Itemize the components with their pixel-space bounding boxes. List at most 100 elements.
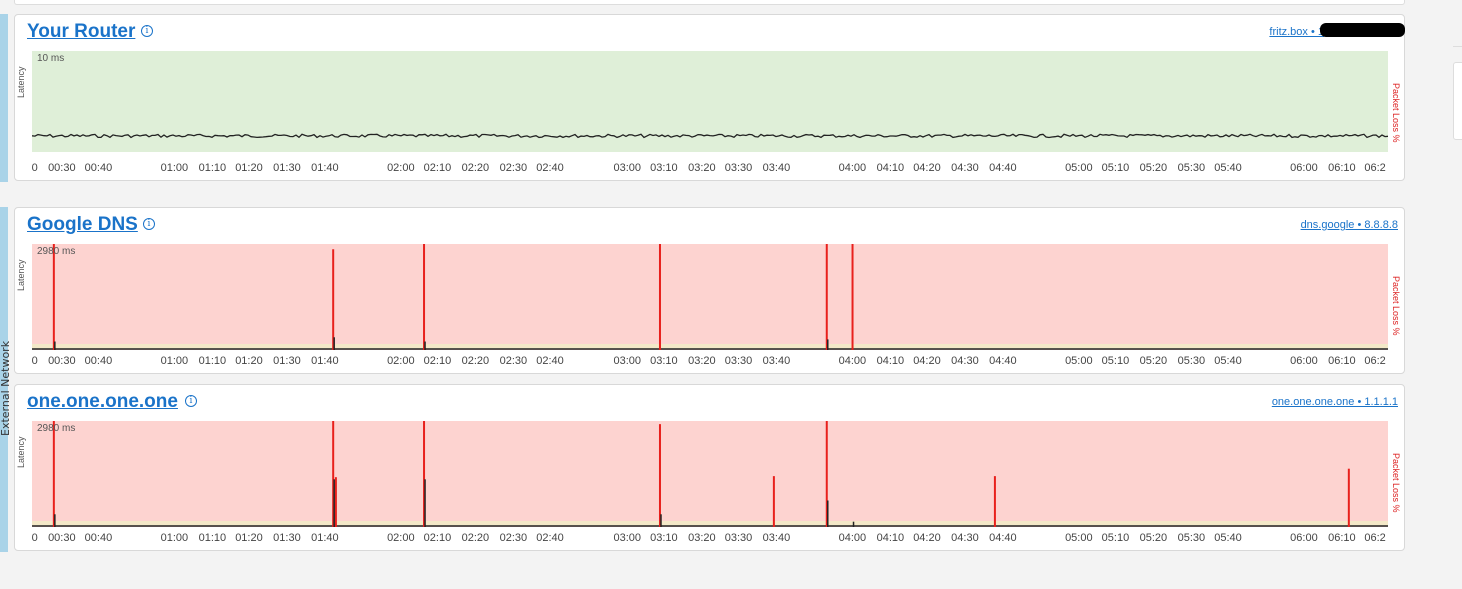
section-bar-local [0, 14, 8, 182]
x-tick-label: 00:40 [84, 355, 113, 367]
latency-plot: 2980 ms [32, 244, 1388, 350]
x-tick-label: 05:10 [1101, 162, 1130, 174]
packet-loss-axis-label: Packet Loss % [1391, 276, 1401, 336]
x-tick-label: 02:20 [461, 355, 490, 367]
panel-one-one-one-one: one.one.one.one i one.one.one.one • 1.1.… [14, 384, 1405, 551]
x-tick-label: 05:20 [1139, 355, 1168, 367]
x-tick-label: 04:00 [838, 532, 867, 544]
x-axis: 0 00:30 00:40 01:00 01:10 01:20 01:30 01:40 02:0… [32, 162, 1388, 176]
x-tick-label: 05:10 [1101, 355, 1130, 367]
x-tick-label: 02:10 [423, 532, 452, 544]
scroll-edge [1453, 46, 1462, 47]
latency-plot: 2980 ms [32, 421, 1388, 527]
info-icon[interactable]: i [141, 25, 153, 37]
x-tick-label: 03:10 [650, 532, 678, 544]
x-tick-label: 04:00 [838, 355, 867, 367]
x-tick-label: 02:30 [499, 355, 528, 367]
x-tick-label: 02:40 [536, 355, 564, 367]
host-link[interactable]: fritz.box • 1 [1269, 26, 1324, 38]
x-tick-label: 02:40 [536, 532, 564, 544]
plot-background [32, 421, 1388, 527]
info-icon[interactable]: i [185, 395, 197, 407]
x-tick-label: 05:00 [1065, 355, 1093, 367]
x-tick-label: 03:00 [613, 162, 642, 174]
x-tick-label: 01:40 [311, 532, 339, 544]
scale-label: 2980 ms [37, 246, 76, 257]
x-axis: 0 00:30 00:40 01:00 01:10 01:20 01:30 01:40 02:0… [32, 355, 1388, 369]
x-tick-label: 02:00 [387, 355, 415, 367]
x-tick-label: 01:00 [160, 355, 189, 367]
x-tick-label: 02:10 [423, 162, 452, 174]
x-tick-label: 03:10 [650, 355, 678, 367]
x-tick-label: 00:30 [48, 532, 76, 544]
x-tick-label: 05:20 [1139, 532, 1168, 544]
latency-axis-label: Latency [16, 259, 26, 291]
x-tick-label: 04:40 [989, 532, 1017, 544]
x-tick-label: 02:20 [461, 532, 490, 544]
x-tick-label: 01:10 [198, 162, 227, 174]
x-tick-label: 02:30 [499, 162, 528, 174]
x-tick-label: 01:10 [198, 532, 227, 544]
plot-background [32, 51, 1388, 152]
x-tick-label: 04:10 [876, 355, 905, 367]
panel-title-link[interactable]: Your Router [27, 21, 135, 43]
x-tick-label: 06:10 [1328, 162, 1356, 174]
x-tick-label: 06:00 [1290, 532, 1318, 544]
x-tick-label: 01:30 [273, 355, 301, 367]
packet-loss-axis-label: Packet Loss % [1391, 453, 1401, 513]
side-widget [1453, 62, 1462, 140]
x-tick-label: 06:2 [1364, 162, 1386, 174]
panel-title-link[interactable]: Google DNS [27, 214, 138, 236]
x-tick-label: 03:00 [613, 532, 642, 544]
x-tick-label: 04:40 [989, 162, 1017, 174]
x-tick-label: 01:40 [311, 355, 339, 367]
x-tick-label: 06:10 [1328, 355, 1356, 367]
previous-panel-edge [14, 0, 1405, 5]
panel-google-dns: Google DNS i dns.google • 8.8.8.8 Latenc… [14, 207, 1405, 374]
host-link[interactable]: dns.google • 8.8.8.8 [1301, 219, 1398, 231]
x-tick-label: 05:30 [1177, 532, 1206, 544]
x-tick-label: 03:30 [724, 532, 753, 544]
x-tick-label: 04:20 [913, 355, 941, 367]
x-tick-label: 05:10 [1101, 532, 1130, 544]
x-tick-label: 01:20 [235, 532, 263, 544]
redaction-mark [1320, 23, 1405, 37]
x-tick-label: 03:40 [762, 532, 791, 544]
x-tick-label: 02:20 [461, 162, 490, 174]
info-icon[interactable]: i [143, 218, 155, 230]
x-tick-label: 01:40 [311, 162, 339, 174]
x-tick-label: 02:00 [387, 532, 415, 544]
section-label-external: External Network [0, 340, 12, 436]
x-tick-label: 06:2 [1364, 532, 1386, 544]
x-tick-label: 02:30 [499, 532, 528, 544]
x-tick-label: 05:00 [1065, 162, 1093, 174]
x-tick-label: 01:30 [273, 162, 301, 174]
panel-title-link[interactable]: one.one.one.one [27, 391, 178, 413]
x-tick-label: 03:10 [650, 162, 678, 174]
x-axis: 0 00:30 00:40 01:00 01:10 01:20 01:30 01:40 02:0… [32, 532, 1388, 546]
plot-background [32, 244, 1388, 350]
x-tick-label: 04:30 [951, 162, 979, 174]
x-tick-label: 00:40 [84, 532, 113, 544]
x-tick-label: 06:10 [1328, 532, 1356, 544]
x-tick-label: 04:20 [913, 532, 941, 544]
x-tick-label: 02:10 [423, 355, 452, 367]
host-link[interactable]: one.one.one.one • 1.1.1.1 [1272, 396, 1398, 408]
x-tick-label: 02:00 [387, 162, 415, 174]
x-tick-label: 0 [31, 162, 38, 174]
scale-label: 2980 ms [37, 423, 76, 434]
x-tick-label: 01:10 [198, 355, 227, 367]
x-tick-label: 04:10 [876, 162, 905, 174]
x-tick-label: 02:40 [536, 162, 564, 174]
x-tick-label: 05:30 [1177, 355, 1206, 367]
x-tick-label: 03:20 [688, 355, 716, 367]
x-tick-label: 06:2 [1364, 355, 1386, 367]
x-tick-label: 03:40 [762, 355, 791, 367]
x-tick-label: 05:40 [1214, 532, 1242, 544]
panel-router: Your Router i fritz.box • 1 Latency 10 m… [14, 14, 1405, 181]
x-tick-label: 0 [31, 355, 38, 367]
x-tick-label: 05:40 [1214, 355, 1242, 367]
x-tick-label: 00:40 [84, 162, 113, 174]
x-tick-label: 03:20 [688, 162, 716, 174]
latency-axis-label: Latency [16, 436, 26, 468]
